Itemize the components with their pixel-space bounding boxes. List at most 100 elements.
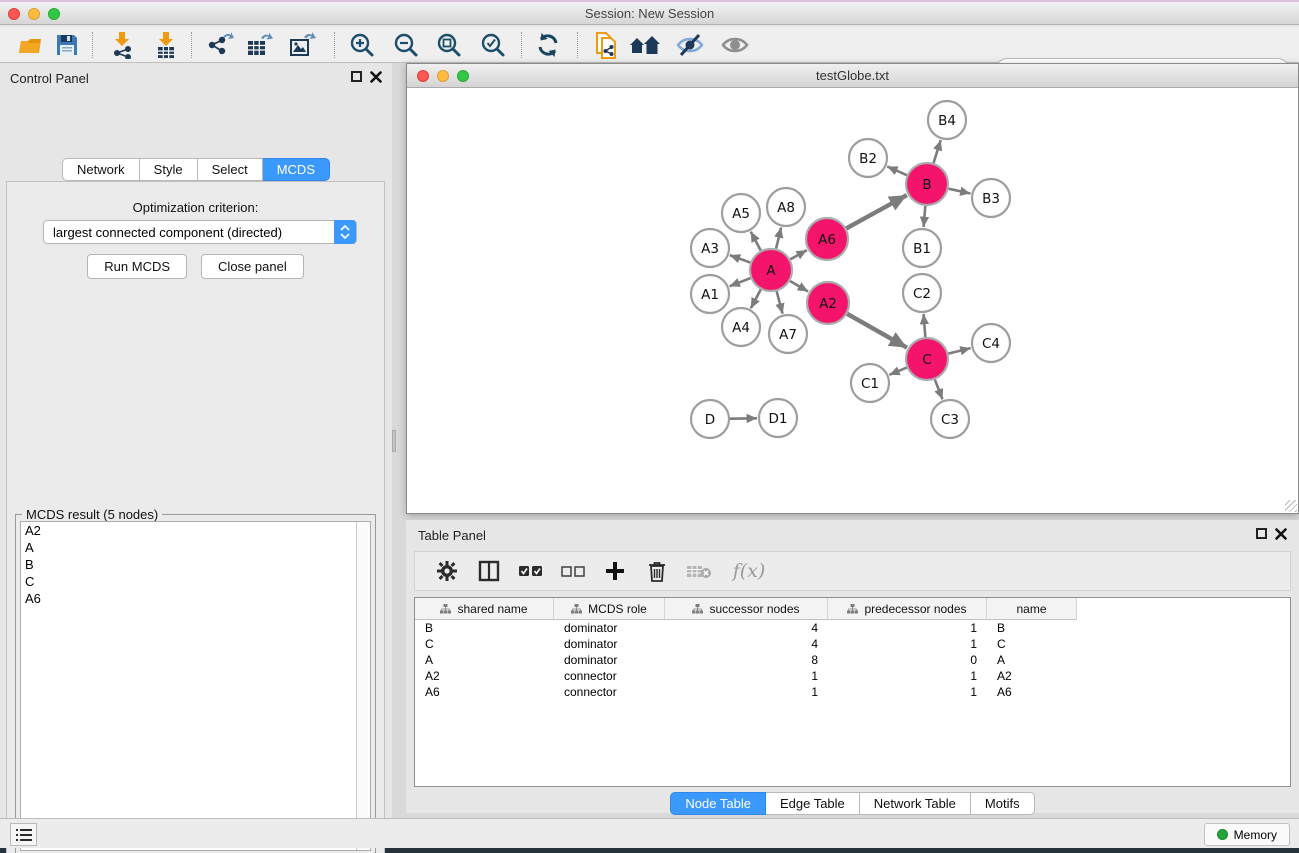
table-row[interactable]: Adominator80A: [415, 652, 1290, 668]
graph-node-C3[interactable]: C3: [931, 400, 969, 438]
tab-style[interactable]: Style: [140, 158, 198, 181]
graph-edge-A-A4[interactable]: [751, 289, 761, 308]
list-scrollbar[interactable]: [356, 522, 370, 850]
mcds-result-item[interactable]: B: [21, 556, 370, 573]
graph-edge-A6-B[interactable]: [846, 195, 907, 228]
memory-button[interactable]: Memory: [1204, 823, 1290, 846]
criterion-dropdown[interactable]: largest connected component (directed): [43, 220, 357, 244]
task-history-button[interactable]: [10, 823, 37, 846]
graph-node-C2[interactable]: C2: [903, 274, 941, 312]
table-cell[interactable]: connector: [554, 684, 665, 700]
graph-node-B[interactable]: B: [906, 163, 948, 205]
column-header-shared-name[interactable]: shared name: [415, 598, 554, 620]
graph-node-D[interactable]: D: [691, 400, 729, 438]
graph-node-B2[interactable]: B2: [849, 139, 887, 177]
graph-edge-B-B4[interactable]: [934, 140, 941, 163]
export-network-icon[interactable]: [203, 30, 237, 60]
delete-table-icon[interactable]: [685, 557, 713, 585]
deselect-checks-icon[interactable]: [559, 557, 587, 585]
table-cell[interactable]: 8: [665, 652, 828, 668]
network-graph-canvas[interactable]: AA6A2BCA5A8A3A1A4A7B2B4B3B1C2C4C1C3DD1: [408, 89, 1297, 513]
create-column-icon[interactable]: [601, 557, 629, 585]
graph-node-B3[interactable]: B3: [972, 179, 1010, 217]
export-table-icon[interactable]: [242, 30, 276, 60]
tab-motifs[interactable]: Motifs: [971, 792, 1035, 815]
tab-network-table[interactable]: Network Table: [860, 792, 971, 815]
first-neighbors-icon[interactable]: [628, 30, 662, 60]
zoom-selected-icon[interactable]: [476, 30, 510, 60]
graph-edge-B-B2[interactable]: [887, 166, 907, 175]
mcds-result-item[interactable]: A2: [21, 522, 370, 539]
import-table-icon[interactable]: [149, 30, 183, 60]
graph-edge-A-A5[interactable]: [751, 232, 761, 251]
table-cell[interactable]: C: [415, 636, 554, 652]
table-cell[interactable]: 1: [828, 620, 987, 636]
table-cell[interactable]: A: [415, 652, 554, 668]
graph-edge-A-A8[interactable]: [776, 227, 781, 248]
close-table-panel-icon[interactable]: [1275, 528, 1287, 540]
table-cell[interactable]: A: [987, 652, 1077, 668]
table-row[interactable]: A6connector11A6: [415, 684, 1290, 700]
graph-node-A2[interactable]: A2: [807, 282, 849, 324]
table-cell[interactable]: 1: [665, 684, 828, 700]
table-cell[interactable]: C: [987, 636, 1077, 652]
tab-select[interactable]: Select: [198, 158, 263, 181]
graph-node-A1[interactable]: A1: [691, 275, 729, 313]
graph-node-A6[interactable]: A6: [806, 218, 848, 260]
graph-node-C1[interactable]: C1: [851, 364, 889, 402]
graph-edge-A2-C[interactable]: [847, 314, 907, 348]
export-image-icon[interactable]: [285, 30, 319, 60]
table-row[interactable]: A2connector11A2: [415, 668, 1290, 684]
table-cell[interactable]: 4: [665, 636, 828, 652]
tab-node-table[interactable]: Node Table: [670, 792, 766, 815]
graph-node-A5[interactable]: A5: [722, 194, 760, 232]
zoom-out-icon[interactable]: [389, 30, 423, 60]
table-cell[interactable]: A6: [415, 684, 554, 700]
zoom-fit-icon[interactable]: [432, 30, 466, 60]
graph-edge-A-A2[interactable]: [790, 281, 808, 291]
function-builder-icon[interactable]: f(x): [727, 557, 771, 585]
table-cell[interactable]: 1: [828, 684, 987, 700]
graph-edge-C-C4[interactable]: [948, 348, 970, 354]
open-file-icon[interactable]: [14, 30, 48, 60]
tab-mcds[interactable]: MCDS: [263, 158, 330, 181]
table-cell[interactable]: dominator: [554, 652, 665, 668]
mcds-result-item[interactable]: C: [21, 573, 370, 590]
mcds-result-item[interactable]: A: [21, 539, 370, 556]
table-cell[interactable]: 4: [665, 620, 828, 636]
save-session-icon[interactable]: [50, 30, 84, 60]
table-cell[interactable]: connector: [554, 668, 665, 684]
graph-edge-B-B1[interactable]: [924, 206, 926, 227]
graph-node-A[interactable]: A: [750, 249, 792, 291]
zoom-in-icon[interactable]: [345, 30, 379, 60]
hide-selected-icon[interactable]: [673, 30, 707, 60]
graph-edge-A-A7[interactable]: [777, 291, 783, 313]
graph-edge-C-C3[interactable]: [935, 380, 943, 400]
table-cell[interactable]: A2: [415, 668, 554, 684]
close-panel-button[interactable]: Close panel: [201, 254, 304, 279]
column-header-name[interactable]: name: [987, 598, 1077, 620]
import-network-icon[interactable]: [105, 30, 139, 60]
graph-edge-A-A6[interactable]: [790, 250, 807, 259]
mcds-result-item[interactable]: A6: [21, 590, 370, 607]
graph-edge-C-C1[interactable]: [889, 368, 906, 375]
table-cell[interactable]: 1: [828, 668, 987, 684]
table-cell[interactable]: B: [987, 620, 1077, 636]
graph-node-B4[interactable]: B4: [928, 101, 966, 139]
delete-columns-icon[interactable]: [643, 557, 671, 585]
graph-edge-A-A3[interactable]: [730, 255, 751, 262]
table-row[interactable]: Cdominator41C: [415, 636, 1290, 652]
table-settings-icon[interactable]: [433, 557, 461, 585]
table-cell[interactable]: B: [415, 620, 554, 636]
graph-node-A7[interactable]: A7: [769, 315, 807, 353]
column-header-successor-nodes[interactable]: successor nodes: [665, 598, 828, 620]
table-cell[interactable]: dominator: [554, 636, 665, 652]
float-table-panel-icon[interactable]: [1256, 528, 1267, 539]
panel-splitter-handle[interactable]: [392, 430, 396, 452]
graph-node-A4[interactable]: A4: [722, 308, 760, 346]
show-all-icon[interactable]: [718, 30, 752, 60]
run-mcds-button[interactable]: Run MCDS: [87, 254, 187, 279]
table-cell[interactable]: dominator: [554, 620, 665, 636]
graph-node-C[interactable]: C: [906, 338, 948, 380]
graph-node-D1[interactable]: D1: [759, 399, 797, 437]
